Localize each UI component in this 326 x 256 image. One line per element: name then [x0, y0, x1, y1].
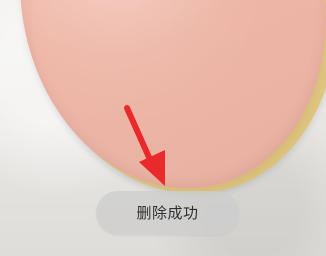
red-arrow-icon	[124, 105, 165, 186]
success-toast: 删除成功	[96, 191, 239, 235]
screenshot-scene: 删除成功	[0, 0, 326, 256]
toast-message: 删除成功	[136, 203, 199, 222]
